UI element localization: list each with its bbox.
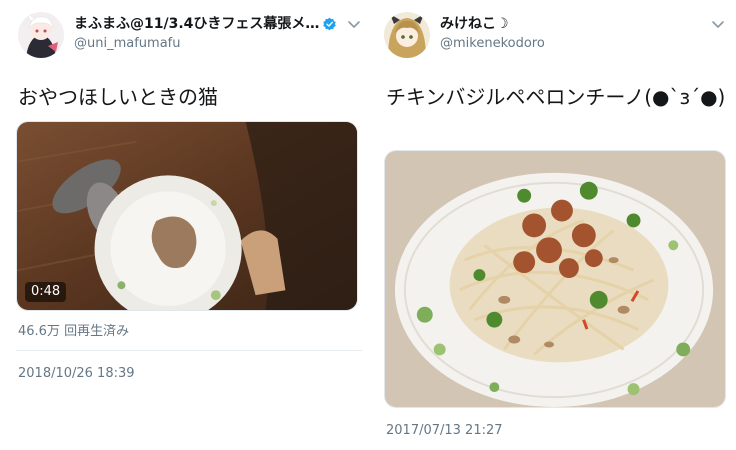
- chevron-down-icon[interactable]: [346, 16, 362, 32]
- tweet-text: チキンバジルペペロンチーノ(●`з´●): [386, 85, 726, 109]
- display-name[interactable]: みけねこ☽: [440, 14, 702, 34]
- tweet-photo[interactable]: [384, 150, 726, 408]
- tweet-card-left[interactable]: まふまふ@11/3.4ひきフェス幕張メ… @uni_mafumafu おやつほし…: [0, 0, 372, 450]
- tweet-text: おやつほしいときの猫: [18, 85, 218, 109]
- tweet-card-right[interactable]: みけねこ☽ @mikenekodoro チキンバジルペペロンチーノ(●`з´●): [372, 0, 736, 450]
- view-count: 46.6万 回再生済み: [18, 324, 130, 339]
- avatar[interactable]: [384, 12, 430, 58]
- divider: [16, 350, 362, 351]
- video-duration: 0:48: [25, 282, 67, 302]
- verified-badge-icon: [323, 17, 337, 30]
- display-name[interactable]: まふまふ@11/3.4ひきフェス幕張メ…: [74, 14, 338, 34]
- user-handle[interactable]: @uni_mafumafu: [74, 34, 338, 54]
- tweet-header: みけねこ☽ @mikenekodoro: [384, 12, 726, 60]
- tweet-header: まふまふ@11/3.4ひきフェス幕張メ… @uni_mafumafu: [18, 12, 362, 60]
- video-thumbnail: [17, 122, 357, 310]
- tweet-timestamp[interactable]: 2017/07/13 21:27: [386, 423, 503, 438]
- user-handle[interactable]: @mikenekodoro: [440, 34, 702, 54]
- avatar[interactable]: [18, 12, 64, 58]
- pasta-photo: [385, 151, 725, 407]
- tweet-timestamp[interactable]: 2018/10/26 18:39: [18, 366, 135, 381]
- video-player[interactable]: 0:48: [16, 121, 358, 311]
- chevron-down-icon[interactable]: [710, 16, 726, 32]
